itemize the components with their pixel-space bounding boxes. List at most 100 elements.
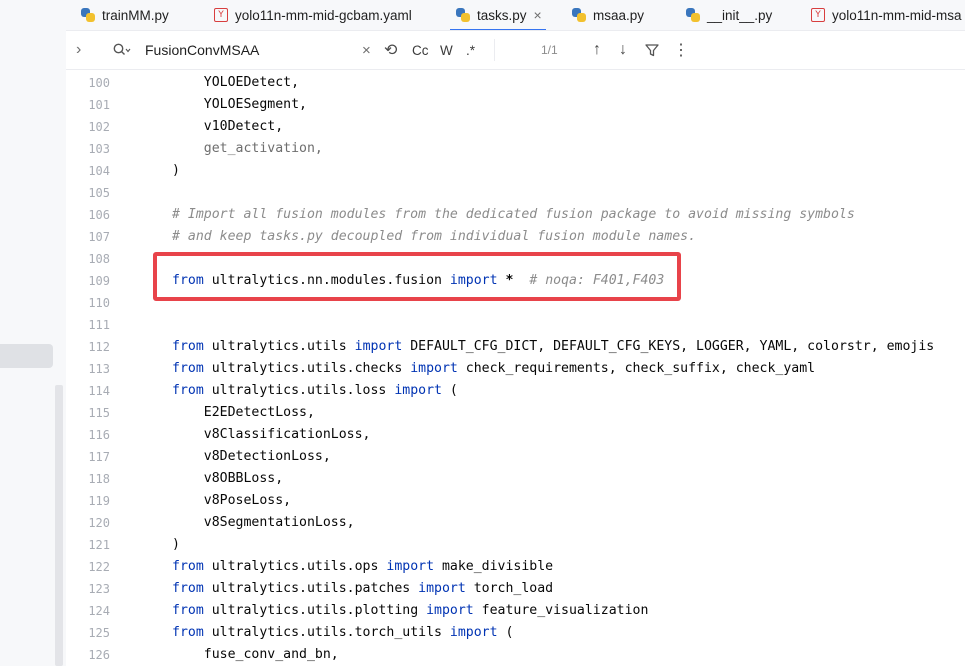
python-file-icon bbox=[456, 8, 470, 22]
keyword: from bbox=[172, 603, 204, 618]
search-icon[interactable] bbox=[113, 31, 131, 69]
search-input[interactable]: FusionConvMSAA bbox=[145, 31, 259, 69]
search-divider bbox=[494, 39, 495, 61]
match-count: 1/1 bbox=[541, 43, 558, 57]
keyword: from bbox=[172, 559, 204, 574]
import-target: feature_visualization bbox=[473, 603, 649, 618]
close-tab-icon[interactable]: × bbox=[534, 7, 542, 23]
tab-label: yolo11n-mm-mid-gcbam.yaml bbox=[235, 7, 412, 23]
module-path: ultralytics.utils.torch_utils bbox=[203, 625, 450, 640]
import-target: ( bbox=[441, 383, 458, 398]
code-text: v8SegmentationLoss, bbox=[172, 515, 355, 530]
keyword: import bbox=[418, 581, 466, 596]
code-text: v8PoseLoss, bbox=[172, 493, 292, 508]
line-number: 101 bbox=[88, 98, 110, 112]
line-number: 105 bbox=[88, 186, 110, 200]
line-number: 107 bbox=[88, 230, 110, 244]
line-number: 124 bbox=[88, 604, 110, 618]
project-panel-scrollbar[interactable] bbox=[55, 385, 63, 666]
line-number: 118 bbox=[88, 472, 110, 486]
line-number: 117 bbox=[88, 450, 110, 464]
code-line: 118 v8OBBLoss, bbox=[66, 468, 965, 490]
tab-yolo11n-mm-mid-msa[interactable]: Y yolo11n-mm-mid-msa bbox=[811, 0, 962, 30]
next-match-icon[interactable]: ↓ bbox=[619, 31, 627, 69]
code-text: from ultralytics.utils.checks import che… bbox=[172, 358, 815, 380]
code-line: 107 # and keep tasks.py decoupled from in… bbox=[66, 226, 965, 248]
keyword: import bbox=[449, 273, 498, 288]
code-line-highlighted: 109 from ultralytics.nn.modules.fusion im… bbox=[66, 270, 965, 292]
import-target: torch_load bbox=[465, 581, 554, 596]
line-number: 108 bbox=[88, 252, 110, 266]
code-line: 120 v8SegmentationLoss, bbox=[66, 512, 965, 534]
code-line: 121) bbox=[66, 534, 965, 556]
line-number: 103 bbox=[88, 142, 110, 156]
project-tree-selected-row[interactable] bbox=[0, 344, 53, 368]
line-number: 119 bbox=[88, 494, 110, 508]
editor-tab-bar: trainMM.py Y yolo11n-mm-mid-gcbam.yaml t… bbox=[66, 0, 965, 31]
tab-msaa[interactable]: msaa.py bbox=[572, 0, 644, 30]
code-text: get_activation, bbox=[172, 141, 323, 156]
tab-label: msaa.py bbox=[593, 7, 645, 23]
code-text: from ultralytics.utils import DEFAULT_CF… bbox=[172, 336, 934, 358]
match-case-button[interactable]: Cc bbox=[412, 31, 429, 69]
code-line: 113 from ultralytics.utils.checks import … bbox=[66, 358, 965, 380]
keyword: import bbox=[449, 625, 498, 640]
code-line: 114 from ultralytics.utils.loss import ( bbox=[66, 380, 965, 402]
code-comment: # noqa: F401,F403 bbox=[513, 273, 665, 288]
code-line: 125 from ultralytics.utils.torch_utils im… bbox=[66, 622, 965, 644]
more-options-icon[interactable]: ⋮ bbox=[673, 31, 689, 69]
line-number: 113 bbox=[88, 362, 110, 376]
keyword: import bbox=[386, 559, 435, 574]
tab-init[interactable]: __init__.py bbox=[686, 0, 772, 30]
python-file-icon bbox=[81, 8, 95, 22]
code-line: 122 from ultralytics.utils.ops import mak… bbox=[66, 556, 965, 578]
code-text: from ultralytics.nn.modules.fusion impor… bbox=[172, 270, 664, 292]
clear-search-icon[interactable]: × bbox=[362, 31, 371, 69]
tab-yolo11n-mm-mid-gcbam[interactable]: Y yolo11n-mm-mid-gcbam.yaml bbox=[214, 0, 412, 30]
code-editor[interactable]: 100 YOLOEDetect, 101 YOLOESegment, 102 v… bbox=[66, 70, 965, 666]
line-number: 122 bbox=[88, 560, 110, 574]
code-text: E2EDetectLoss, bbox=[172, 405, 315, 420]
code-line: 105 bbox=[66, 182, 965, 204]
line-number: 109 bbox=[88, 274, 110, 288]
code-comment: # Import all fusion modules from the ded… bbox=[172, 207, 855, 222]
tab-tasks[interactable]: tasks.py × bbox=[450, 0, 546, 30]
line-number: 125 bbox=[88, 626, 110, 640]
import-target: check_requirements, check_suffix, check_… bbox=[457, 361, 816, 376]
code-text: YOLOESegment, bbox=[172, 97, 307, 112]
keyword: import bbox=[394, 383, 442, 398]
keyword: from bbox=[172, 273, 204, 288]
yaml-file-icon: Y bbox=[214, 8, 228, 22]
code-text: fuse_conv_and_bn, bbox=[172, 647, 339, 662]
keyword: import bbox=[354, 339, 403, 354]
code-text: from ultralytics.utils.patches import to… bbox=[172, 578, 553, 600]
module-path: ultralytics.nn.modules.fusion bbox=[203, 273, 450, 288]
keyword: from bbox=[172, 625, 204, 640]
code-text: v8DetectionLoss, bbox=[172, 449, 331, 464]
line-number: 115 bbox=[88, 406, 110, 420]
line-number: 114 bbox=[88, 384, 110, 398]
expand-replace-chevron-icon[interactable]: › bbox=[76, 31, 81, 69]
code-line: 102 v10Detect, bbox=[66, 116, 965, 138]
module-path: ultralytics.utils bbox=[203, 339, 355, 354]
tab-trainmm[interactable]: trainMM.py bbox=[81, 0, 169, 30]
keyword: from bbox=[172, 383, 204, 398]
whole-words-button[interactable]: W bbox=[440, 31, 453, 69]
line-number: 112 bbox=[88, 340, 110, 354]
keyword: from bbox=[172, 581, 204, 596]
find-bar: › FusionConvMSAA × ⟲ Cc W .* 1/1 ↑ ↓ ⋮ bbox=[66, 31, 965, 70]
tab-label: tasks.py bbox=[477, 7, 527, 23]
module-path: ultralytics.utils.patches bbox=[203, 581, 419, 596]
previous-match-icon[interactable]: ↑ bbox=[593, 31, 601, 69]
code-line: 101 YOLOESegment, bbox=[66, 94, 965, 116]
code-text: YOLOEDetect, bbox=[172, 75, 300, 90]
filter-icon[interactable] bbox=[645, 31, 659, 69]
search-history-icon[interactable]: ⟲ bbox=[384, 31, 397, 69]
code-text: from ultralytics.utils.torch_utils impor… bbox=[172, 622, 513, 644]
regex-button[interactable]: .* bbox=[466, 31, 475, 69]
tab-label: trainMM.py bbox=[102, 7, 169, 23]
code-text: ) bbox=[172, 163, 180, 178]
code-line: 111 bbox=[66, 314, 965, 336]
code-line: 104) bbox=[66, 160, 965, 182]
line-number: 102 bbox=[88, 120, 110, 134]
